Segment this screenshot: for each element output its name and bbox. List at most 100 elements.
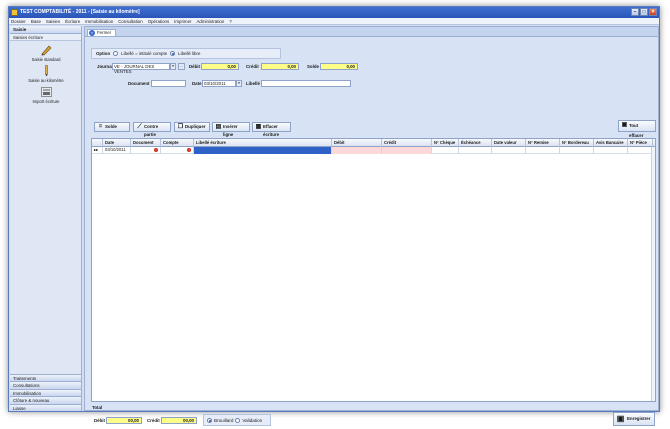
menu-help[interactable]: ? [229, 19, 231, 24]
error-icon: ! [187, 148, 191, 152]
main-panel: × Fermer Option Libellé = intitulé compt… [84, 26, 659, 426]
sidebar-section-consultations[interactable]: Consultations [10, 381, 81, 389]
cell-echeance[interactable] [459, 147, 492, 154]
erase-icon: ▦ [255, 124, 262, 130]
debit-label: Débit [189, 64, 200, 69]
radio-validation[interactable] [235, 417, 241, 423]
grid-header-marker [92, 139, 103, 147]
grid-scrollbar[interactable] [651, 147, 655, 401]
minimize-button[interactable]: – [631, 8, 639, 16]
col-debit[interactable]: Débit [332, 139, 382, 147]
contre-partie-button[interactable]: ⟋ Contre partie [133, 122, 171, 137]
sidebar-section-traitements[interactable]: Traitements [10, 373, 81, 381]
sidebar-tool-label: Saisie standard [31, 57, 61, 62]
close-button[interactable]: × [649, 8, 657, 16]
credit-label: Crédit [246, 64, 259, 69]
dupliquer-button[interactable]: ❐ Dupliquer [174, 122, 210, 132]
menu-base[interactable]: Base [31, 19, 41, 24]
cell-compte[interactable]: ! [161, 147, 194, 154]
solde-field: 0,00 [320, 63, 358, 70]
cell-cheque[interactable] [432, 147, 459, 154]
tab-strip: × Fermer [85, 27, 658, 37]
document-input[interactable] [151, 80, 186, 87]
sidebar-section-liasse[interactable]: Liasse [10, 403, 81, 411]
col-echeance[interactable]: Échéance [459, 139, 492, 147]
col-cheque[interactable]: N° Chèque [432, 139, 459, 147]
menu-administration[interactable]: Administration [197, 19, 225, 24]
cell-bordereau[interactable] [560, 147, 594, 154]
menu-consultation[interactable]: Consultation [118, 19, 142, 24]
sidebar-section-cloture[interactable]: Clôture & nouveau [10, 396, 81, 404]
cell-debit[interactable] [332, 147, 382, 154]
window-title: TEST COMPTABILITÉ - 2011 - [Saisie au ki… [20, 9, 140, 15]
debit-total-field: 0,00 [201, 63, 239, 70]
radio-libelle-intitule[interactable] [113, 51, 119, 56]
totals-footer: Total Débit 00,00 Crédit 00,00 Brouillar… [91, 405, 656, 429]
radio-brouillard-label: Brouillard [214, 417, 234, 423]
col-remise[interactable]: N° Remise [526, 139, 560, 147]
effacer-ecriture-button[interactable]: ▦ Effacer écriture [252, 122, 291, 137]
col-compte[interactable]: Compte [161, 139, 194, 147]
col-libelle[interactable]: Libellé écriture [194, 139, 332, 147]
mode-group: Brouillard Validation [203, 414, 271, 426]
menu-saisies[interactable]: Saisies [46, 19, 60, 24]
sidebar-tool-saisie-kilometre[interactable]: Saisie au kilomètre [10, 65, 82, 83]
col-avis-bancaire[interactable]: Avis Bancaire [594, 139, 628, 147]
insert-row-icon: ▤ [215, 124, 222, 130]
cell-credit[interactable] [382, 147, 432, 154]
journal-dropdown-button[interactable]: ▾ [170, 63, 176, 70]
cell-libelle[interactable] [194, 147, 332, 154]
col-date[interactable]: Date [103, 139, 131, 147]
radio-libelle-intitule-label: Libellé = intitulé compte [121, 51, 168, 56]
options-group: Option Libellé = intitulé compte Libellé… [91, 48, 281, 59]
cell-piece[interactable] [628, 147, 653, 154]
col-date-valeur[interactable]: Date valeur [492, 139, 526, 147]
journal-select[interactable]: VE - JOURNAL DES VENTES [112, 63, 170, 74]
solde-button[interactable]: = Solde [94, 122, 130, 132]
radio-validation-label: Validation [242, 417, 263, 423]
sidebar-section-immobilisation[interactable]: Immobilisation [10, 388, 81, 396]
tout-effacer-button[interactable]: ▣ Tout effacer [618, 120, 656, 138]
maximize-button[interactable]: □ [640, 8, 648, 16]
menu-dossier[interactable]: Dossier [11, 19, 26, 24]
date-picker-button[interactable]: ▾ [236, 80, 242, 87]
credit-total-field: 0,00 [261, 63, 299, 70]
cell-remise[interactable] [526, 147, 560, 154]
cell-date[interactable]: 03/10/2011 [103, 147, 131, 154]
col-piece[interactable]: N° Pièce [628, 139, 653, 147]
menu-immobilisation[interactable]: Immobilisation [85, 19, 113, 24]
inserer-ligne-button[interactable]: ▤ Insérer ligne [212, 122, 250, 137]
error-icon: ! [154, 148, 158, 152]
menu-ecriture[interactable]: Écriture [65, 19, 80, 24]
table-row[interactable]: ▸▸ 03/10/2011 ! ! [92, 147, 655, 154]
close-tab-button[interactable]: × Fermer [87, 29, 117, 36]
date-input[interactable]: 03/10/2011 [202, 80, 236, 87]
cell-avis-bancaire[interactable] [594, 147, 628, 154]
cell-date-valeur[interactable] [492, 147, 526, 154]
sidebar-tool-import-ecriture[interactable]: Import écriture [10, 86, 82, 104]
footer-credit-label: Crédit [147, 418, 160, 423]
libelle-input[interactable] [261, 80, 351, 87]
radio-libelle-libre[interactable] [170, 51, 176, 56]
sidebar-subheader[interactable]: Saisies écriture [10, 34, 81, 41]
radio-brouillard[interactable] [207, 417, 212, 423]
col-document[interactable]: Document [131, 139, 161, 147]
menu-imprimer[interactable]: Imprimer [174, 19, 191, 24]
footer-credit-field: 00,00 [161, 417, 197, 424]
menu-operations[interactable]: Opérations [148, 19, 169, 24]
entries-grid: Date Document Compte Libellé écriture Dé… [91, 138, 656, 402]
journal-browse-button[interactable]: … [178, 63, 185, 70]
sidebar-tool-saisie-standard[interactable]: Saisie standard [10, 44, 82, 62]
close-icon: × [89, 30, 95, 36]
col-credit[interactable]: Crédit [382, 139, 432, 147]
date-label: Date [192, 81, 202, 86]
menu-bar: Dossier Base Saisies Écriture Immobilisa… [9, 18, 659, 25]
solde-label: Solde [307, 64, 319, 69]
col-bordereau[interactable]: N° Bordereau [560, 139, 594, 147]
cell-document[interactable]: ! [131, 147, 161, 154]
pencil-icon [40, 65, 53, 77]
footer-debit-label: Débit [94, 418, 105, 423]
grid-header: Date Document Compte Libellé écriture Dé… [92, 139, 655, 147]
sidebar-header[interactable]: Saisie [10, 26, 81, 34]
enregistrer-button[interactable]: ▣ Enregistrer [613, 412, 655, 426]
